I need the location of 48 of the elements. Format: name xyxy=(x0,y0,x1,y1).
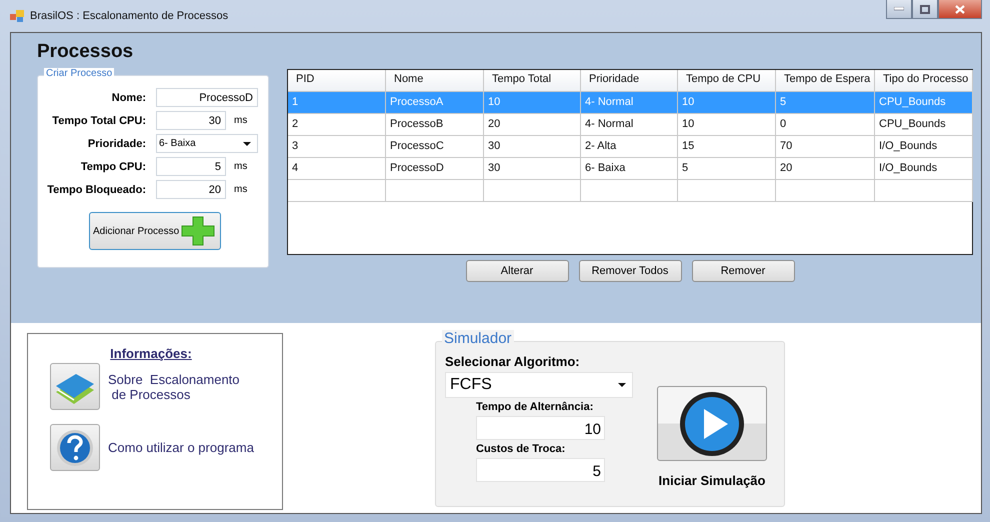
dropdown-caret-icon xyxy=(618,383,626,387)
close-icon xyxy=(955,4,965,14)
group-legend: Criar Processo xyxy=(44,68,114,79)
input-field[interactable]: 10 xyxy=(476,416,605,440)
table-row[interactable]: 2 ProcessoB 20 4- Normal 10 0 CPU_Bounds xyxy=(288,114,972,136)
field-label: Tempo de Alternância: xyxy=(476,401,594,413)
field-label: Tempo Bloqueado: xyxy=(46,184,147,196)
table-row[interactable]: 4 ProcessoD 30 6- Baixa 5 20 I/O_Bounds xyxy=(288,158,972,180)
table-row[interactable]: 3 ProcessoC 30 2- Alta 15 70 I/O_Bounds xyxy=(288,136,972,158)
unit-label: ms xyxy=(234,161,248,172)
unit-label: ms xyxy=(234,184,248,195)
play-button[interactable] xyxy=(657,386,767,461)
field-label: Custos de Troca: xyxy=(476,443,566,455)
app-icon xyxy=(10,10,24,22)
table-action-button[interactable]: Remover xyxy=(692,260,794,282)
priority-select[interactable]: 6- Baixa xyxy=(156,134,258,153)
unit-label: ms xyxy=(234,115,248,126)
input-field[interactable]: ProcessoD xyxy=(156,88,258,107)
input-field[interactable]: 30 xyxy=(156,111,226,130)
info-link[interactable]: Sobre Escalonamento de Processos xyxy=(108,372,240,402)
algorithm-label: Selecionar Algoritmo: xyxy=(445,354,581,369)
field-label: Tempo Total CPU: xyxy=(51,114,147,126)
field-label: Prioridade: xyxy=(86,138,147,150)
algorithm-select[interactable]: FCFS xyxy=(445,372,633,398)
start-simulation-label: Iniciar Simulação xyxy=(658,473,766,488)
page-heading: Processos xyxy=(37,41,134,63)
books-button[interactable] xyxy=(50,363,100,410)
input-field[interactable]: 20 xyxy=(156,180,226,199)
field-label: Nome: xyxy=(110,92,147,104)
minimize-icon xyxy=(894,7,904,11)
table-action-button[interactable]: Alterar xyxy=(466,260,568,282)
play-icon xyxy=(679,390,745,456)
plus-icon xyxy=(181,216,216,246)
maximize-button[interactable] xyxy=(912,0,938,19)
close-button[interactable] xyxy=(938,0,982,19)
input-field[interactable]: 5 xyxy=(476,458,605,482)
info-link[interactable]: Como utilizar o programa xyxy=(108,440,254,455)
table-action-button[interactable]: Remover Todos xyxy=(578,260,682,282)
field-label: Tempo CPU: xyxy=(80,160,147,172)
window-title: BrasilOS : Escalonamento de Processos xyxy=(30,10,228,22)
add-process-button[interactable]: Adicionar Processo xyxy=(89,212,221,250)
maximize-icon xyxy=(920,4,930,14)
help-button[interactable] xyxy=(50,424,100,471)
help-icon xyxy=(56,428,94,466)
minimize-button[interactable] xyxy=(886,0,912,19)
input-field[interactable]: 5 xyxy=(156,157,226,176)
info-title: Informações: xyxy=(110,346,192,361)
dropdown-caret-icon xyxy=(243,142,251,146)
